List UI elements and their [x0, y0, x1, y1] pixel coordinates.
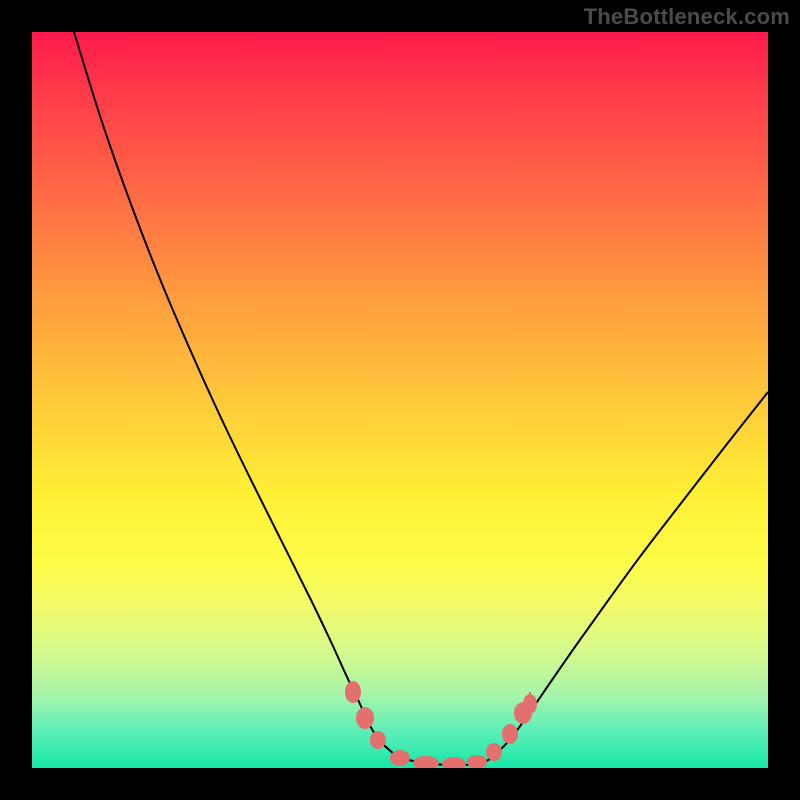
- chart-frame: TheBottleneck.com: [0, 0, 800, 800]
- chart-svg: [32, 32, 768, 768]
- plot-area: [32, 32, 768, 768]
- watermark-text: TheBottleneck.com: [584, 4, 790, 30]
- marker-layer: [345, 681, 537, 768]
- data-marker-5: [442, 757, 466, 768]
- data-marker-7: [486, 743, 502, 761]
- data-marker-2: [370, 731, 386, 749]
- data-marker-0: [345, 681, 361, 703]
- data-marker-3: [390, 750, 410, 766]
- data-marker-8: [502, 724, 518, 744]
- data-marker-1: [356, 707, 374, 729]
- data-marker-6: [467, 755, 487, 768]
- data-marker-10: [523, 694, 537, 714]
- data-marker-4: [413, 756, 439, 768]
- curve-right_curve: [462, 392, 768, 765]
- curve-layer: [74, 32, 768, 765]
- curve-left_curve: [74, 32, 462, 765]
